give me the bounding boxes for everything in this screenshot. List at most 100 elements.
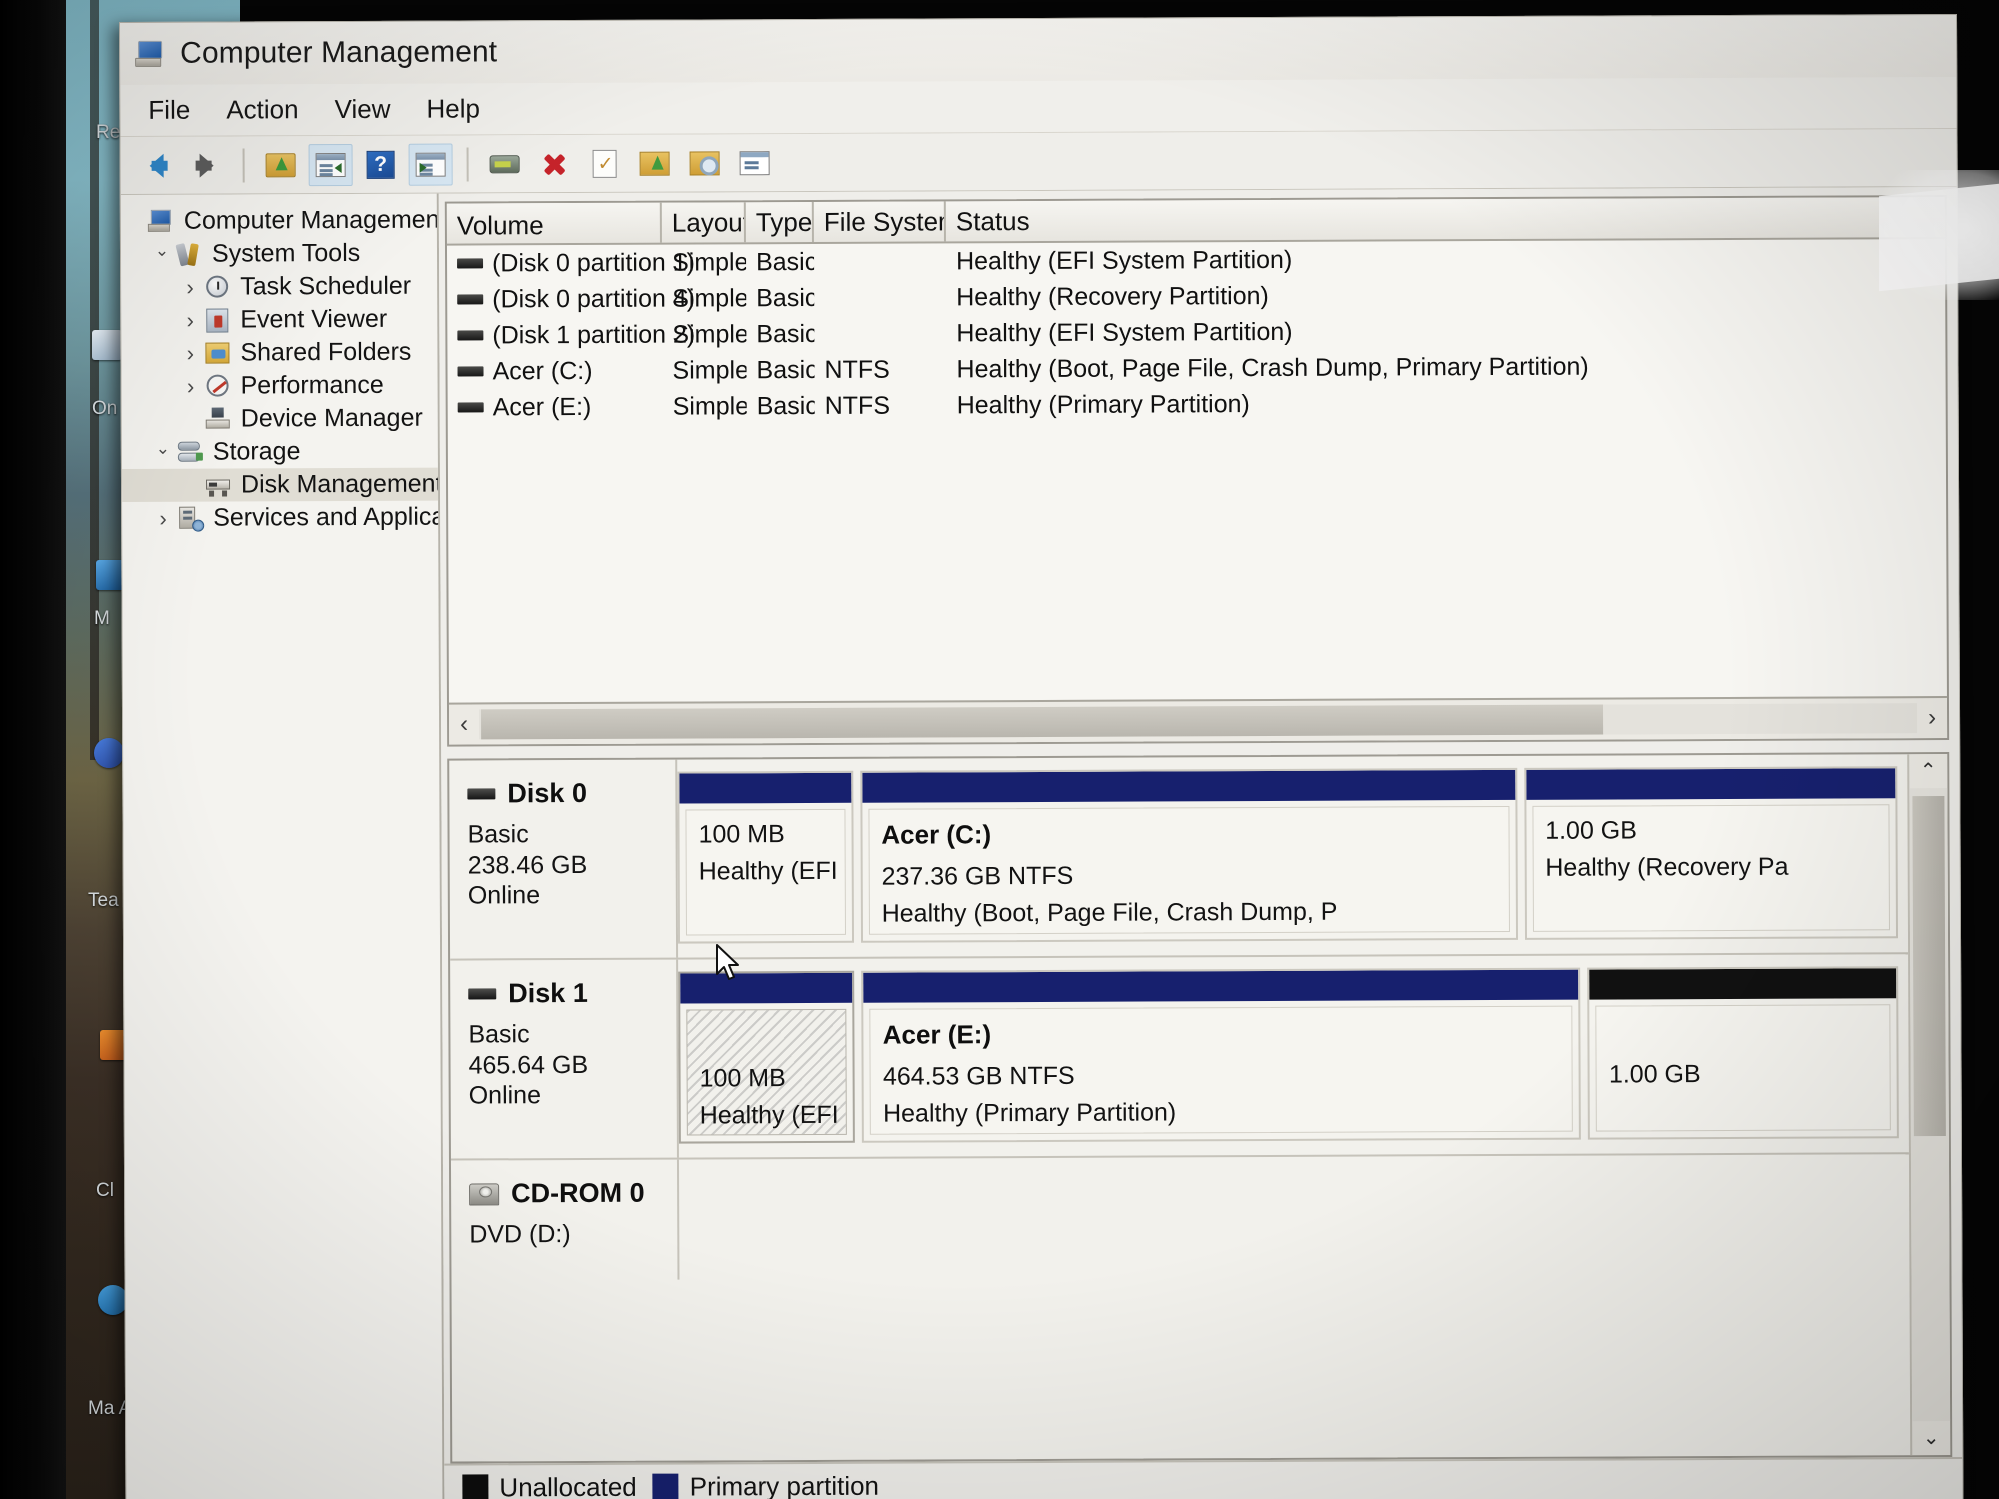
chevron-down-icon[interactable]	[150, 442, 176, 462]
export-list-icon	[639, 151, 670, 176]
scroll-track[interactable]	[1909, 788, 1951, 1422]
show-properties-pane-icon	[739, 150, 770, 175]
table-row[interactable]: Acer (E:) Simple Basic NTFS Healthy (Pri…	[448, 383, 1946, 426]
disk-info[interactable]: Disk 0 Basic 238.46 GB Online	[449, 759, 679, 959]
tree-item-computer-management-local[interactable]: Computer Management (Local)	[121, 204, 444, 238]
partition-status: Healthy (EFI :	[698, 856, 846, 886]
back-button[interactable]	[135, 144, 179, 186]
partition-status: Healthy (Recovery Pa	[1545, 852, 1789, 882]
partition-size: 1.00 GB	[1545, 816, 1637, 845]
chevron-right-icon[interactable]	[177, 307, 203, 333]
tree-item-label: Shared Folders	[240, 337, 412, 367]
cdrom-info[interactable]: CD-ROM 0 DVD (D:)	[450, 1159, 680, 1281]
scroll-right-icon[interactable]: ›	[1917, 704, 1947, 732]
legend-item-primary-partition: Primary partition	[652, 1470, 880, 1499]
disk-capacity: 238.46 GB	[467, 850, 588, 879]
partition-color-band	[1589, 968, 1897, 1000]
column-header-volume[interactable]: Volume	[446, 202, 662, 244]
scroll-thumb[interactable]	[1912, 796, 1946, 1137]
tree-item-storage[interactable]: Storage	[122, 435, 438, 469]
help-button[interactable]: ?	[359, 143, 403, 185]
tree-item-system-tools[interactable]: System Tools	[121, 237, 437, 271]
legend-label: Primary partition	[689, 1470, 880, 1499]
partition-block-selected[interactable]: 100 MB Healthy (EFI S	[678, 970, 856, 1144]
help-icon: ?	[366, 150, 395, 179]
partition-details: Acer (E:) 464.53 GB NTFS Healthy (Primar…	[869, 1005, 1574, 1135]
tree-item-task-scheduler[interactable]: Task Scheduler	[121, 270, 437, 304]
partition-block[interactable]: 100 MB Healthy (EFI :	[677, 770, 854, 944]
tree-item-disk-management[interactable]: Disk Management	[121, 467, 443, 502]
partition-block[interactable]: 1.00 GB	[1587, 966, 1899, 1140]
tree-item-services-and-applications[interactable]: Services and Applications	[122, 501, 444, 535]
disk-row[interactable]: Disk 0 Basic 238.46 GB Online 100 MB Hea…	[449, 754, 1909, 961]
show-properties-pane-button[interactable]	[733, 142, 777, 184]
partition-block[interactable]: 1.00 GB Healthy (Recovery Pa	[1523, 766, 1898, 940]
chevron-right-icon[interactable]	[178, 373, 204, 399]
partition-size: 1.00 GB	[1608, 1060, 1701, 1089]
menu-file[interactable]: File	[132, 90, 206, 131]
desktop-icon-0[interactable]	[92, 330, 122, 360]
volume-list: Volume Layout Type File System Status (D…	[444, 195, 1950, 747]
delete-button[interactable]	[533, 143, 577, 185]
toolbar-separator-1	[242, 147, 245, 182]
disk-info[interactable]: Disk 1 Basic 465.64 GB Online	[450, 959, 679, 1159]
rescan-disks-icon	[689, 150, 720, 176]
disk-icon	[467, 788, 496, 800]
computer-management-window: Computer Management File Action View Hel…	[119, 13, 1964, 1499]
export-list-button[interactable]	[633, 142, 677, 184]
connect-to-another-computer-button[interactable]	[483, 143, 527, 185]
chevron-right-icon[interactable]	[150, 505, 176, 531]
properties-button[interactable]	[583, 142, 627, 184]
column-header-file-system[interactable]: File System	[813, 201, 946, 242]
partition-block[interactable]: Acer (E:) 464.53 GB NTFS Healthy (Primar…	[861, 967, 1582, 1143]
scroll-down-icon[interactable]: ⌄	[1923, 1421, 1940, 1455]
partition-bar: 100 MB Healthy (EFI : Acer (C:) 237.36 G…	[677, 754, 1908, 957]
show-hide-action-pane-button[interactable]	[408, 143, 453, 186]
column-header-type[interactable]: Type	[745, 201, 814, 243]
tree-item-event-viewer[interactable]: Event Viewer	[121, 303, 437, 337]
scroll-track[interactable]	[479, 703, 1918, 740]
menu-action[interactable]: Action	[210, 89, 314, 130]
cell-type: Basic	[756, 391, 815, 420]
scroll-left-icon[interactable]: ‹	[449, 710, 479, 738]
show-hide-console-tree-button[interactable]	[308, 143, 353, 186]
disk-type: Basic	[467, 820, 529, 849]
partition-bar: 100 MB Healthy (EFI S Acer (E:) 464.53 G…	[678, 954, 1909, 1157]
volume-icon	[457, 258, 484, 269]
disk-title: Disk 0	[467, 778, 675, 810]
up-one-level-button[interactable]	[259, 144, 303, 186]
cell-status: Healthy (Boot, Page File, Crash Dump, Pr…	[956, 352, 1589, 383]
menu-view[interactable]: View	[318, 89, 406, 130]
desktop-icon-2[interactable]	[94, 738, 124, 768]
scroll-thumb[interactable]	[481, 704, 1603, 740]
disk-row[interactable]: Disk 1 Basic 465.64 GB Online 100 MB Hea…	[450, 954, 1909, 1161]
tree-item-shared-folders[interactable]: Shared Folders	[121, 336, 437, 370]
chevron-right-icon[interactable]	[177, 340, 203, 366]
primary-partition-swatch-icon	[652, 1473, 679, 1499]
volume-icon	[457, 366, 484, 377]
shared-folders-icon	[203, 340, 231, 366]
task-scheduler-icon	[203, 274, 231, 300]
tree-item-performance[interactable]: Performance	[122, 369, 438, 403]
column-header-status[interactable]: Status	[946, 197, 1945, 241]
partition-size: 100 MB	[699, 1064, 786, 1093]
graphical-view-vertical-scrollbar[interactable]: ⌃ ⌄	[1907, 754, 1951, 1456]
desktop-icon-4[interactable]	[98, 1285, 128, 1315]
cdrom-row[interactable]: CD-ROM 0 DVD (D:)	[450, 1154, 1910, 1281]
scroll-up-icon[interactable]: ⌃	[1920, 754, 1937, 788]
partition-block[interactable]: Acer (C:) 237.36 GB NTFS Healthy (Boot, …	[860, 767, 1518, 943]
disk-type: Basic	[468, 1020, 530, 1049]
volume-list-horizontal-scrollbar[interactable]: ‹ ›	[448, 696, 1948, 745]
forward-button[interactable]	[185, 144, 229, 186]
cell-status: Healthy (Recovery Partition)	[956, 281, 1269, 311]
cell-volume: Acer (E:)	[448, 392, 663, 422]
tree-item-device-manager[interactable]: Device Manager	[122, 402, 438, 436]
chevron-right-icon[interactable]	[177, 274, 203, 300]
chevron-down-icon[interactable]	[149, 244, 175, 264]
menu-help[interactable]: Help	[410, 88, 496, 129]
partition-details: 1.00 GB	[1595, 1004, 1891, 1132]
partition-name: Acer (E:)	[882, 1019, 992, 1050]
partition-legend: Unallocated Primary partition	[444, 1456, 1963, 1499]
column-header-layout[interactable]: Layout	[661, 202, 746, 243]
rescan-disks-button[interactable]	[683, 142, 727, 184]
